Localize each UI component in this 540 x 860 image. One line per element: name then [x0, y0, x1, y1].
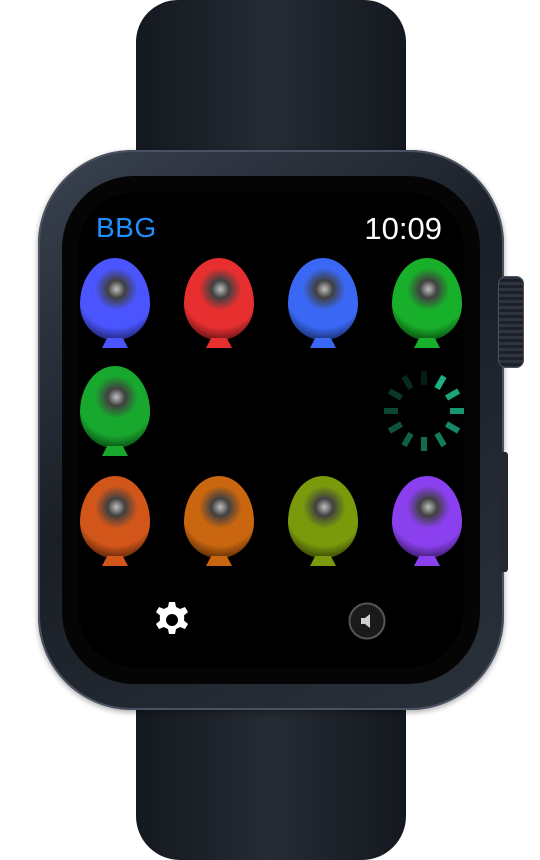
balloon-body	[184, 258, 254, 340]
gear-icon[interactable]	[152, 600, 192, 640]
speaker-icon[interactable]	[348, 602, 386, 640]
balloon-blue[interactable]	[78, 258, 152, 354]
balloon-body	[392, 258, 462, 340]
balloon-red[interactable]	[182, 258, 256, 354]
digital-crown[interactable]	[498, 276, 524, 368]
balloon-knot	[102, 338, 128, 348]
spinner-tick	[434, 374, 447, 391]
balloon-orange[interactable]	[182, 476, 256, 572]
balloon-body	[80, 366, 150, 448]
balloon-body	[80, 476, 150, 558]
balloon-knot	[102, 556, 128, 566]
spinner-tick	[434, 431, 447, 448]
balloon-blue[interactable]	[286, 258, 360, 354]
watch-screen: BBG 10:09	[78, 192, 464, 668]
spinner-tick	[401, 431, 414, 448]
balloon-body	[288, 258, 358, 340]
balloon-body	[184, 476, 254, 558]
balloon-purple[interactable]	[390, 476, 464, 572]
balloon-olive[interactable]	[286, 476, 360, 572]
balloon-green[interactable]	[390, 258, 464, 354]
balloon-knot	[206, 556, 232, 566]
spinner-tick	[387, 421, 404, 434]
balloon-body	[392, 476, 462, 558]
balloon-knot	[206, 338, 232, 348]
clock-time: 10:09	[364, 211, 442, 246]
app-title: BBG	[96, 212, 157, 243]
balloon-knot	[414, 338, 440, 348]
balloon-green[interactable]	[78, 366, 152, 462]
balloon-body	[288, 476, 358, 558]
spinner-tick	[444, 388, 461, 401]
balloon-body	[80, 258, 150, 340]
spinner-tick	[387, 388, 404, 401]
balloon-knot	[102, 446, 128, 456]
spinner-tick	[444, 421, 461, 434]
balloon-orange[interactable]	[78, 476, 152, 572]
balloon-knot	[310, 338, 336, 348]
balloon-knot	[310, 556, 336, 566]
side-button[interactable]	[500, 452, 508, 572]
spinner-tick	[401, 374, 414, 391]
balloon-knot	[414, 556, 440, 566]
activity-spinner-icon	[384, 371, 464, 451]
